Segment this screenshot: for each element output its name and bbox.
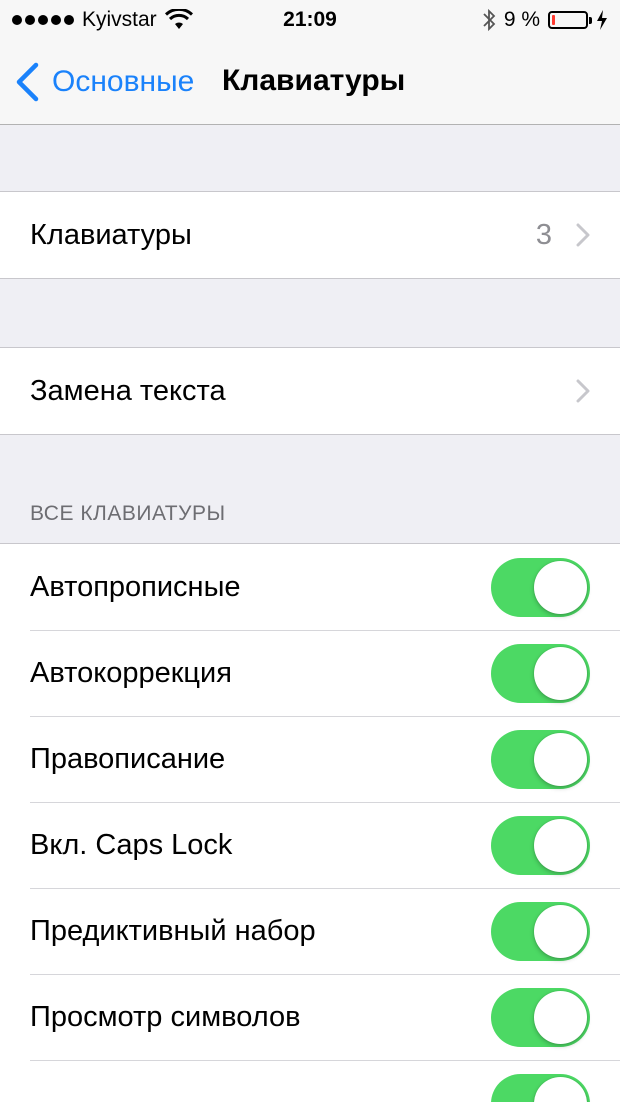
page-title: Клавиатуры [222, 64, 406, 97]
partial-row-switch[interactable] [491, 1074, 590, 1102]
switch-knob [534, 561, 587, 614]
back-button-label: Основные [52, 65, 195, 98]
all-keyboards-group: Автопрописные Автокоррекция Правописание… [0, 543, 620, 1102]
toggle-row-predictive: Предиктивный набор [0, 888, 620, 974]
toggle-label: Вкл. Caps Lock [30, 828, 233, 861]
keyboards-row-label: Клавиатуры [30, 218, 192, 251]
switch-knob [534, 733, 587, 786]
keyboards-row[interactable]: Клавиатуры 3 [0, 192, 620, 278]
chevron-left-icon [16, 62, 39, 102]
toggle-row-auto-capitalization: Автопрописные [0, 544, 620, 630]
switch-knob [534, 1077, 587, 1102]
toggle-row-character-preview: Просмотр символов [0, 974, 620, 1060]
toggle-label: Предиктивный набор [30, 914, 316, 947]
switch-knob [534, 905, 587, 958]
text-replacement-group: Замена текста [0, 347, 620, 435]
toggle-label: Автокоррекция [30, 656, 232, 689]
toggle-label: Автопрописные [30, 570, 241, 603]
navigation-bar: Основные Клавиатуры [0, 40, 620, 125]
caps-lock-switch[interactable] [491, 816, 590, 875]
switch-knob [534, 647, 587, 700]
text-replacement-row[interactable]: Замена текста [0, 348, 620, 434]
auto-correction-switch[interactable] [491, 644, 590, 703]
section-header-all-keyboards: ВСЕ КЛАВИАТУРЫ [30, 502, 226, 525]
predictive-switch[interactable] [491, 902, 590, 961]
character-preview-switch[interactable] [491, 988, 590, 1047]
spelling-switch[interactable] [491, 730, 590, 789]
text-replacement-label: Замена текста [30, 374, 226, 407]
toggle-label: Правописание [30, 742, 226, 775]
switch-knob [534, 819, 587, 872]
status-bar: Kyivstar 21:09 9 % [0, 0, 620, 40]
battery-percent: 9 % [503, 8, 540, 31]
status-right: 9 % [482, 8, 608, 32]
toggle-row-caps-lock: Вкл. Caps Lock [0, 802, 620, 888]
switch-knob [534, 991, 587, 1044]
back-button[interactable]: Основные [14, 62, 194, 102]
toggle-row-partial [0, 1060, 620, 1102]
keyboards-settings-screen: Kyivstar 21:09 9 % Основные Клавиатуры К… [0, 0, 620, 1102]
battery-icon [548, 11, 592, 29]
keyboards-group: Клавиатуры 3 [0, 191, 620, 279]
toggle-row-spelling: Правописание [0, 716, 620, 802]
charging-bolt-icon [597, 10, 607, 30]
auto-capitalization-switch[interactable] [491, 558, 590, 617]
keyboards-count: 3 [535, 218, 552, 251]
chevron-right-icon [576, 379, 590, 403]
bluetooth-icon [483, 8, 496, 32]
chevron-right-icon [576, 223, 590, 247]
toggle-row-auto-correction: Автокоррекция [0, 630, 620, 716]
toggle-label: Просмотр символов [30, 1000, 301, 1033]
battery-level-fill [552, 15, 555, 25]
